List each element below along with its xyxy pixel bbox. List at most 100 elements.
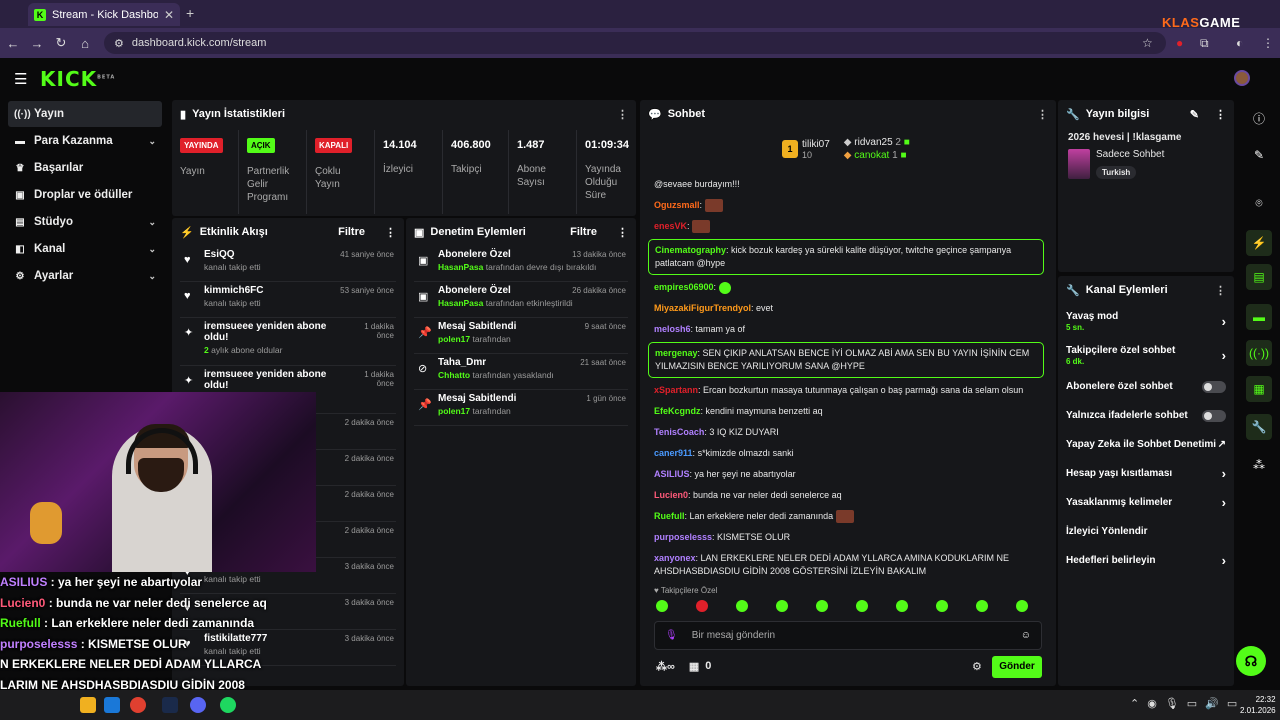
outlook-icon[interactable] xyxy=(104,697,120,713)
broadcast-icon[interactable]: ((·)) xyxy=(1246,340,1272,366)
chat-username[interactable]: ASILIUS xyxy=(654,469,690,479)
category-name[interactable]: Sadece Sohbet xyxy=(1096,149,1164,160)
chat-username[interactable]: empires06900 xyxy=(654,282,714,292)
chat-username[interactable]: Oguzsmall xyxy=(654,200,700,210)
chat-username[interactable]: enesVK xyxy=(654,221,687,231)
channel-action-row[interactable]: Hesap yaşı kısıtlaması › xyxy=(1058,459,1234,488)
top-chatter[interactable]: 1 tiliki07 10 xyxy=(782,136,830,162)
moderator-name[interactable]: Chhatto xyxy=(438,370,470,380)
moderation-row[interactable]: ▣ Abonelere Özel HasanPasa tarafından etki… xyxy=(414,282,628,318)
mic-icon[interactable]: 🎙 xyxy=(665,630,678,641)
sidebar-item-ayarlar[interactable]: ⚙ Ayarlar ⌄ xyxy=(8,263,162,289)
site-info-icon[interactable]: ⚙ xyxy=(114,37,124,50)
extensions-puzzle-icon[interactable]: ⧉ xyxy=(1200,36,1209,51)
toggle-switch[interactable] xyxy=(1202,409,1226,422)
new-tab-icon[interactable]: + xyxy=(186,5,194,21)
more-options-icon[interactable]: ⋮ xyxy=(617,226,628,239)
chat-message[interactable]: empires06900: xyxy=(648,277,1044,298)
list-icon[interactable]: ▤ xyxy=(1246,264,1272,290)
edit-icon[interactable]: ✎ xyxy=(1190,108,1199,121)
points-icon[interactable]: ⁂∞ xyxy=(656,660,675,673)
tag-badge[interactable]: Turkish xyxy=(1096,166,1137,179)
chat-message[interactable]: Cinematography: kick bozuk kardeş ya sür… xyxy=(648,239,1044,276)
chat-username[interactable]: xSpartann xyxy=(654,385,698,395)
chat-username[interactable]: caner911 xyxy=(654,448,693,458)
emote-icon[interactable] xyxy=(656,600,668,612)
wrench-icon[interactable]: 🔧 xyxy=(1246,414,1272,440)
chat-message[interactable]: mergenay: SEN ÇIKIP ANLATSAN BENCE İYİ O… xyxy=(648,342,1044,379)
chat-message[interactable]: purposelesss: KISMETSE OLUR xyxy=(648,527,1044,548)
top-chatter[interactable]: ◆ ridvan25 2 ■ xyxy=(844,136,910,149)
sidebar-item-basarilar[interactable]: ♛ Başarılar xyxy=(8,155,162,181)
chat-message[interactable]: EfeKcgndz: kendini maymuna benzetti aq xyxy=(648,401,1044,422)
sidebar-item-yayin[interactable]: ((·)) Yayın xyxy=(8,101,162,127)
more-options-icon[interactable]: ⋮ xyxy=(385,226,396,239)
chat-message[interactable]: xSpartann: Ercan bozkurtun masaya tutunm… xyxy=(648,380,1044,401)
more-options-icon[interactable]: ⋮ xyxy=(1215,284,1226,297)
activity-row[interactable]: ✦ iremsueee yeniden abone oldu! 2 aylık ab… xyxy=(180,318,396,366)
spotify-icon[interactable] xyxy=(220,697,236,713)
channel-action-row[interactable]: Abonelere özel sohbet xyxy=(1058,372,1234,401)
channel-action-row[interactable]: Yapay Zeka ile Sohbet Denetimi ↗ xyxy=(1058,430,1234,459)
chat-message[interactable]: enesVK: xyxy=(648,216,1044,237)
top-chatter[interactable]: ◆ canokat 1 ■ xyxy=(844,149,910,162)
forward-icon[interactable]: → xyxy=(26,36,48,51)
emote-icon[interactable] xyxy=(696,600,708,612)
chat-message[interactable]: MiyazakiFigurTrendyol: evet xyxy=(648,298,1044,319)
emote-icon[interactable] xyxy=(936,600,948,612)
bolt-icon[interactable]: ⚡ xyxy=(1246,230,1272,256)
channel-action-row[interactable]: Yavaş mod 5 sn. › xyxy=(1058,304,1234,338)
bookmark-star-icon[interactable]: ☆ xyxy=(1142,36,1153,50)
chat-messages[interactable]: @sevaee burdayım!!! Oguzsmall: enesVK: Ci… xyxy=(648,174,1044,674)
channel-action-row[interactable]: Yalnızca ifadelerle sohbet xyxy=(1058,401,1234,430)
chat-message[interactable]: @sevaee burdayım!!! xyxy=(648,174,1044,195)
send-button[interactable]: Gönder xyxy=(992,656,1042,678)
chat-settings-icon[interactable]: ⚙ xyxy=(972,660,982,673)
system-tray[interactable]: ⌃◉🎙▭🔊▭ xyxy=(1130,697,1245,710)
apps-icon[interactable]: ⁂ xyxy=(1246,452,1272,478)
emoji-icon[interactable]: ☺ xyxy=(1021,630,1031,641)
chat-username[interactable]: Lucien0 xyxy=(654,490,688,500)
chat-username[interactable]: mergenay xyxy=(655,348,698,358)
info-icon[interactable]: ⓘ xyxy=(1246,106,1272,132)
chat-message[interactable]: caner911: s*kimizde olmazdı sanki xyxy=(648,443,1044,464)
capture-icon[interactable]: ⌾ xyxy=(1246,190,1272,216)
chat-input[interactable]: 🎙 Bir mesaj gönderin ☺ xyxy=(654,621,1042,650)
activity-row[interactable]: ♥ kimmich6FC kanalı takip etti 53 saniye ön… xyxy=(180,282,396,318)
edit-icon[interactable]: ✎ xyxy=(1246,142,1272,168)
sidebar-item-para-kazanma[interactable]: ▬ Para Kazanma ⌄ xyxy=(8,128,162,154)
filter-button[interactable]: Filtre xyxy=(570,226,597,238)
channel-action-row[interactable]: Hedefleri belirleyin › xyxy=(1058,546,1234,575)
sidebar-item-droplar[interactable]: ▣ Droplar ve ödüller xyxy=(8,182,162,208)
more-options-icon[interactable]: ⋮ xyxy=(1037,108,1048,121)
reload-icon[interactable]: ↻ xyxy=(50,35,72,51)
emote-icon[interactable] xyxy=(816,600,828,612)
more-options-icon[interactable]: ⋮ xyxy=(1215,108,1226,121)
channel-action-row[interactable]: İzleyici Yönlendir xyxy=(1058,517,1234,546)
extension-icon[interactable]: ● xyxy=(1176,36,1183,50)
chat-username[interactable]: EfeKcgndz xyxy=(654,406,701,416)
emote-icon[interactable] xyxy=(976,600,988,612)
channel-action-row[interactable]: Yasaklanmış kelimeler › xyxy=(1058,488,1234,517)
url-field[interactable]: ⚙ dashboard.kick.com/stream xyxy=(104,32,1166,54)
sidebar-item-studyo[interactable]: ▤ Stüdyo ⌄ xyxy=(8,209,162,235)
chat-message[interactable]: xanyonex: LAN ERKEKLERE NELER DEDİ ADAM … xyxy=(648,548,1044,582)
browser-menu-icon[interactable]: ⋮ xyxy=(1262,36,1274,50)
chat-message[interactable]: melosh6: tamam ya of xyxy=(648,319,1044,340)
support-headset-icon[interactable]: ☊ xyxy=(1236,646,1266,676)
browser-tab[interactable]: K Stream - Kick Dashboard ✕ xyxy=(28,3,180,26)
chat-username[interactable]: melosh6 xyxy=(654,324,691,334)
moderator-name[interactable]: HasanPasa xyxy=(438,298,483,308)
moderation-row[interactable]: ▣ Abonelere Özel HasanPasa tarafından devr… xyxy=(414,246,628,282)
chat-message[interactable]: Ruefull: Lan erkeklere neler dedi zamanı… xyxy=(648,506,1044,527)
moderation-row[interactable]: 📌 Mesaj Sabitlendi polen17 tarafından 9 saa… xyxy=(414,318,628,354)
chat-message[interactable]: ASILIUS: ya her şeyi ne abartıyolar xyxy=(648,464,1044,485)
emote-icon[interactable] xyxy=(776,600,788,612)
chat-username[interactable]: Ruefull xyxy=(654,511,685,521)
emote-icon[interactable] xyxy=(736,600,748,612)
kick-logo[interactable]: KICKBETA xyxy=(40,67,115,91)
moderator-name[interactable]: polen17 xyxy=(438,406,470,416)
toggle-switch[interactable] xyxy=(1202,380,1226,393)
home-icon[interactable]: ⌂ xyxy=(74,36,96,51)
chat-bubble-icon[interactable]: ▬ xyxy=(1246,304,1272,330)
